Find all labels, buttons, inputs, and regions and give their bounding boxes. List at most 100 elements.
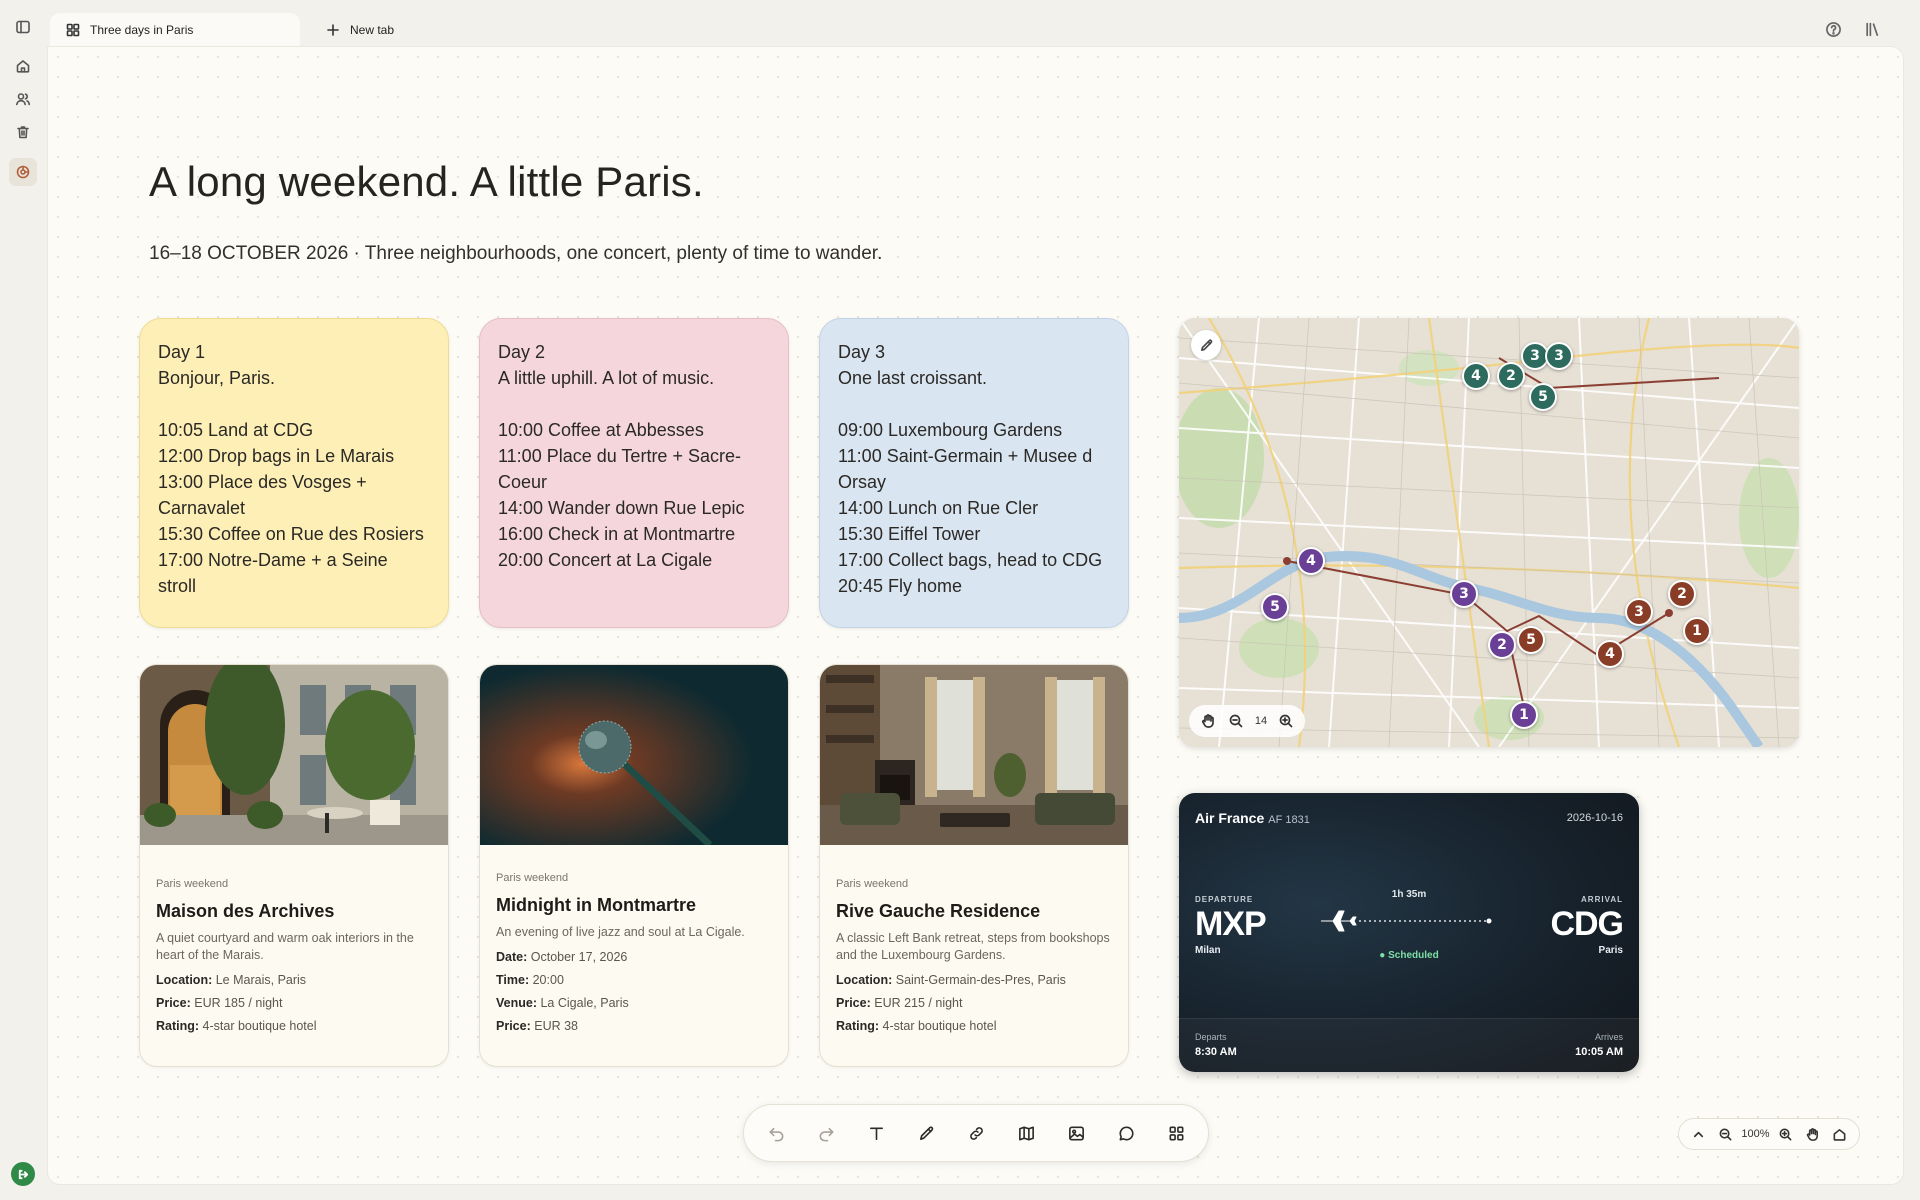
card-tag: Paris weekend — [496, 872, 569, 884]
note-line: 09:00 Luxembourg Gardens — [838, 420, 1063, 440]
map-pin-brown[interactable]: 5 — [1517, 626, 1545, 654]
undo-icon[interactable] — [758, 1115, 794, 1151]
note-line: 12:00 Drop bags in Le Marais — [158, 446, 395, 466]
note-heading: Day 2 — [498, 342, 546, 362]
hand-tool-icon[interactable] — [1802, 1123, 1824, 1145]
canvas-zoom-controls: 100% — [1678, 1118, 1860, 1150]
map-pin-green[interactable]: 5 — [1529, 383, 1557, 411]
paris-map[interactable]: 2 3 4 5 3 4 5 3 2 1 2 3 1 4 5 14 — [1179, 318, 1799, 747]
zoom-out-icon[interactable] — [1225, 710, 1247, 732]
redo-icon[interactable] — [808, 1115, 844, 1151]
pen-tool-icon[interactable] — [908, 1115, 944, 1151]
trash-icon[interactable] — [9, 118, 37, 146]
airplane-icon — [1321, 910, 1357, 932]
map-pin-green[interactable]: 2 — [1497, 362, 1525, 390]
chevron-up-icon[interactable] — [1687, 1123, 1709, 1145]
link-tool-icon[interactable] — [958, 1115, 994, 1151]
hotel-card-maison-des-archives[interactable]: Paris weekend Maison des Archives A quie… — [139, 664, 449, 1067]
map-pin-purple[interactable]: 2 — [1488, 631, 1516, 659]
users-icon[interactable] — [9, 85, 37, 113]
map-pin-purple[interactable]: 5 — [1261, 593, 1289, 621]
note-line: Orsay — [838, 472, 887, 492]
image-tool-icon[interactable] — [1058, 1115, 1094, 1151]
map-pin-green[interactable]: 3 — [1545, 342, 1573, 370]
map-controls: 14 — [1189, 705, 1305, 737]
note-line: 11:00 Place du Tertre + Sacre- — [498, 446, 741, 466]
map-zoom-level: 14 — [1254, 715, 1268, 727]
note-line: 15:30 Eiffel Tower — [838, 524, 981, 544]
spaces-icon[interactable] — [9, 158, 37, 186]
note-line: 15:30 Coffee on Rue des Rosiers — [158, 524, 424, 544]
arrival-code: CDG — [1550, 905, 1624, 943]
home-icon[interactable] — [9, 52, 37, 80]
flight-duration: 1h 35m — [1391, 889, 1427, 900]
flight-date: 2026-10-16 — [1566, 812, 1623, 824]
departs-label: Departs — [1195, 1032, 1227, 1042]
note-line: 10:05 Land at CDG — [158, 420, 314, 440]
map-pin-purple[interactable]: 1 — [1510, 701, 1538, 729]
map-tool-icon[interactable] — [1008, 1115, 1044, 1151]
note-line: 16:00 Check in at Montmartre — [498, 524, 736, 544]
event-card-midnight-in-montmartre[interactable]: Paris weekend Midnight in Montmartre An … — [479, 664, 789, 1067]
note-line: 17:00 Collect bags, head to CDG — [838, 550, 1103, 570]
flight-number: AF 1831 — [1268, 814, 1310, 826]
apps-grid-icon[interactable] — [1158, 1115, 1194, 1151]
tab-label: Three days in Paris — [90, 23, 194, 37]
card-title: Maison des Archives — [156, 901, 335, 921]
note-line: stroll — [158, 576, 197, 596]
card-description: A classic Left Bank retreat, steps from … — [836, 931, 1110, 962]
note-line: 20:00 Concert at La Cigale — [498, 550, 713, 570]
comment-tool-icon[interactable] — [1108, 1115, 1144, 1151]
card-time: Time: 20:00 — [496, 973, 564, 987]
zoom-in-icon[interactable] — [1775, 1123, 1797, 1145]
canvas-toolbar — [743, 1104, 1209, 1162]
grid-icon — [66, 23, 80, 37]
arrives-label: Arrives — [1594, 1032, 1623, 1042]
left-rail — [0, 0, 48, 1200]
card-location: Location: Saint-Germain-des-Pres, Paris — [836, 973, 1066, 987]
sidebar-toggle-icon[interactable] — [9, 13, 37, 41]
card-rating: Rating: 4-star boutique hotel — [836, 1019, 997, 1033]
page-title: A long weekend. A little Paris. — [149, 158, 704, 205]
sign-in-icon[interactable] — [11, 1162, 35, 1186]
map-pin-purple[interactable]: 3 — [1450, 580, 1478, 608]
help-icon[interactable] — [1823, 19, 1843, 39]
card-venue: Venue: La Cigale, Paris — [496, 996, 629, 1010]
card-description: An evening of live jazz and soul at La C… — [496, 925, 745, 939]
zoom-in-icon[interactable] — [1275, 710, 1297, 732]
library-icon[interactable] — [1862, 19, 1882, 39]
map-pin-brown[interactable]: 1 — [1683, 617, 1711, 645]
map-pin-brown[interactable]: 4 — [1596, 640, 1624, 668]
home-view-icon[interactable] — [1828, 1123, 1850, 1145]
text-tool-icon[interactable] — [858, 1115, 894, 1151]
map-pin-green[interactable]: 4 — [1462, 362, 1490, 390]
note-line: 17:00 Notre-Dame + a Seine — [158, 550, 388, 570]
hotel-card-rive-gauche-residence[interactable]: Paris weekend Rive Gauche Residence A cl… — [819, 664, 1129, 1067]
card-location: Location: Le Marais, Paris — [156, 973, 307, 987]
tab-label: New tab — [350, 23, 395, 37]
day-note-1[interactable]: Day 1 Bonjour, Paris. 10:05 Land at CDG … — [139, 318, 449, 628]
map-tiles — [1179, 318, 1799, 747]
zoom-percent[interactable]: 100% — [1741, 1128, 1769, 1140]
courtyard-image — [140, 665, 448, 845]
day-note-3[interactable]: Day 3 One last croissant. 09:00 Luxembou… — [819, 318, 1129, 628]
new-tab-button[interactable]: New tab — [310, 13, 410, 47]
zoom-out-icon[interactable] — [1714, 1123, 1736, 1145]
map-pin-purple[interactable]: 4 — [1297, 547, 1325, 575]
note-line: 10:00 Coffee at Abbesses — [498, 420, 704, 440]
note-tagline: A little uphill. A lot of music. — [498, 368, 715, 388]
note-heading: Day 1 — [158, 342, 206, 362]
day-note-2[interactable]: Day 2 A little uphill. A lot of music. 1… — [479, 318, 789, 628]
tab-three-days-in-paris[interactable]: Three days in Paris — [50, 13, 300, 47]
microphone-image — [480, 665, 788, 845]
page-subtitle: 16–18 OCTOBER 2026 · Three neighbourhood… — [149, 243, 883, 264]
map-pin-brown[interactable]: 3 — [1625, 598, 1653, 626]
airline-name: Air France AF 1831 — [1195, 810, 1310, 826]
flight-card[interactable]: Air France AF 1831 2026-10-16 DEPARTURE A… — [1179, 793, 1639, 1072]
flight-footer — [1179, 1018, 1639, 1072]
card-price: Price: EUR 38 — [496, 1019, 579, 1033]
edit-pencil-icon[interactable] — [1191, 330, 1221, 360]
map-pin-brown[interactable]: 2 — [1668, 580, 1696, 608]
pan-hand-icon[interactable] — [1197, 710, 1219, 732]
flight-status: ● Scheduled — [1379, 950, 1439, 961]
